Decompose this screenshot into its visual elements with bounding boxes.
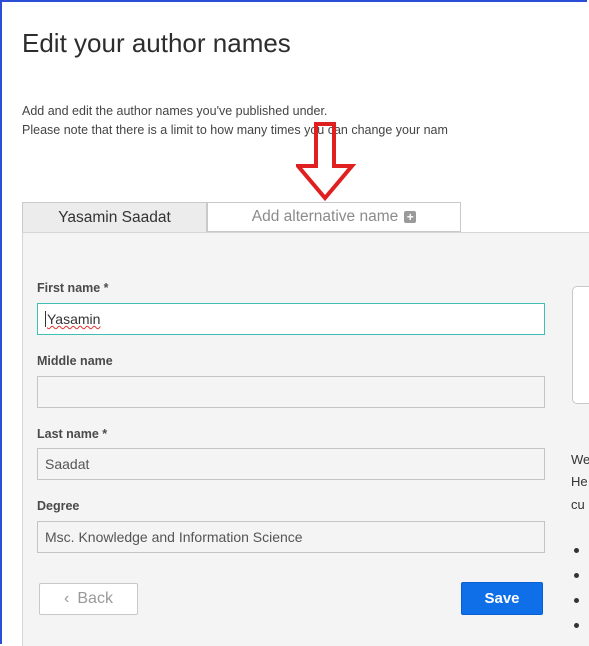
chevron-left-icon: ‹ (64, 590, 70, 607)
plus-square-icon: + (404, 211, 417, 223)
middle-name-field[interactable] (37, 376, 545, 408)
back-button-label: Back (77, 590, 113, 607)
last-name-field[interactable]: Saadat (37, 448, 545, 480)
intro-text: Add and edit the author names you've pub… (22, 102, 448, 140)
first-name-field[interactable]: Yasamin (37, 303, 545, 335)
first-name-value: Yasamin (47, 311, 101, 327)
bullet-point (574, 623, 579, 628)
degree-field[interactable]: Msc. Knowledge and Information Science (37, 521, 545, 553)
degree-label: Degree (37, 499, 80, 513)
side-text-line-3: cu (571, 497, 585, 512)
bullet-point (574, 598, 579, 603)
tab-author-name[interactable]: Yasamin Saadat (22, 202, 207, 232)
last-name-label: Last name * (37, 427, 108, 441)
tab-add-alternative-name-label: Add alternative name (251, 208, 399, 225)
tab-author-name-label: Yasamin Saadat (58, 208, 171, 226)
text-caret (45, 311, 46, 327)
first-name-label: First name * (37, 281, 109, 295)
side-text-line-2: He (571, 474, 588, 489)
side-info-box (572, 286, 589, 404)
save-button[interactable]: Save (461, 582, 543, 615)
back-button[interactable]: ‹ Back (39, 583, 138, 615)
last-name-value: Saadat (45, 456, 90, 472)
page-title: Edit your author names (22, 28, 291, 58)
bullet-point (574, 548, 579, 553)
intro-line-1: Add and edit the author names you've pub… (22, 104, 328, 118)
middle-name-label: Middle name (37, 354, 113, 368)
side-text-line-1: We (571, 452, 589, 467)
bullet-point (574, 573, 579, 578)
save-button-label: Save (484, 590, 520, 607)
degree-value: Msc. Knowledge and Information Science (45, 529, 303, 545)
tab-add-alternative-name[interactable]: Add alternative name + (207, 202, 461, 232)
red-down-arrow-icon (296, 122, 357, 202)
intro-line-2: Please note that there is a limit to how… (22, 123, 448, 137)
